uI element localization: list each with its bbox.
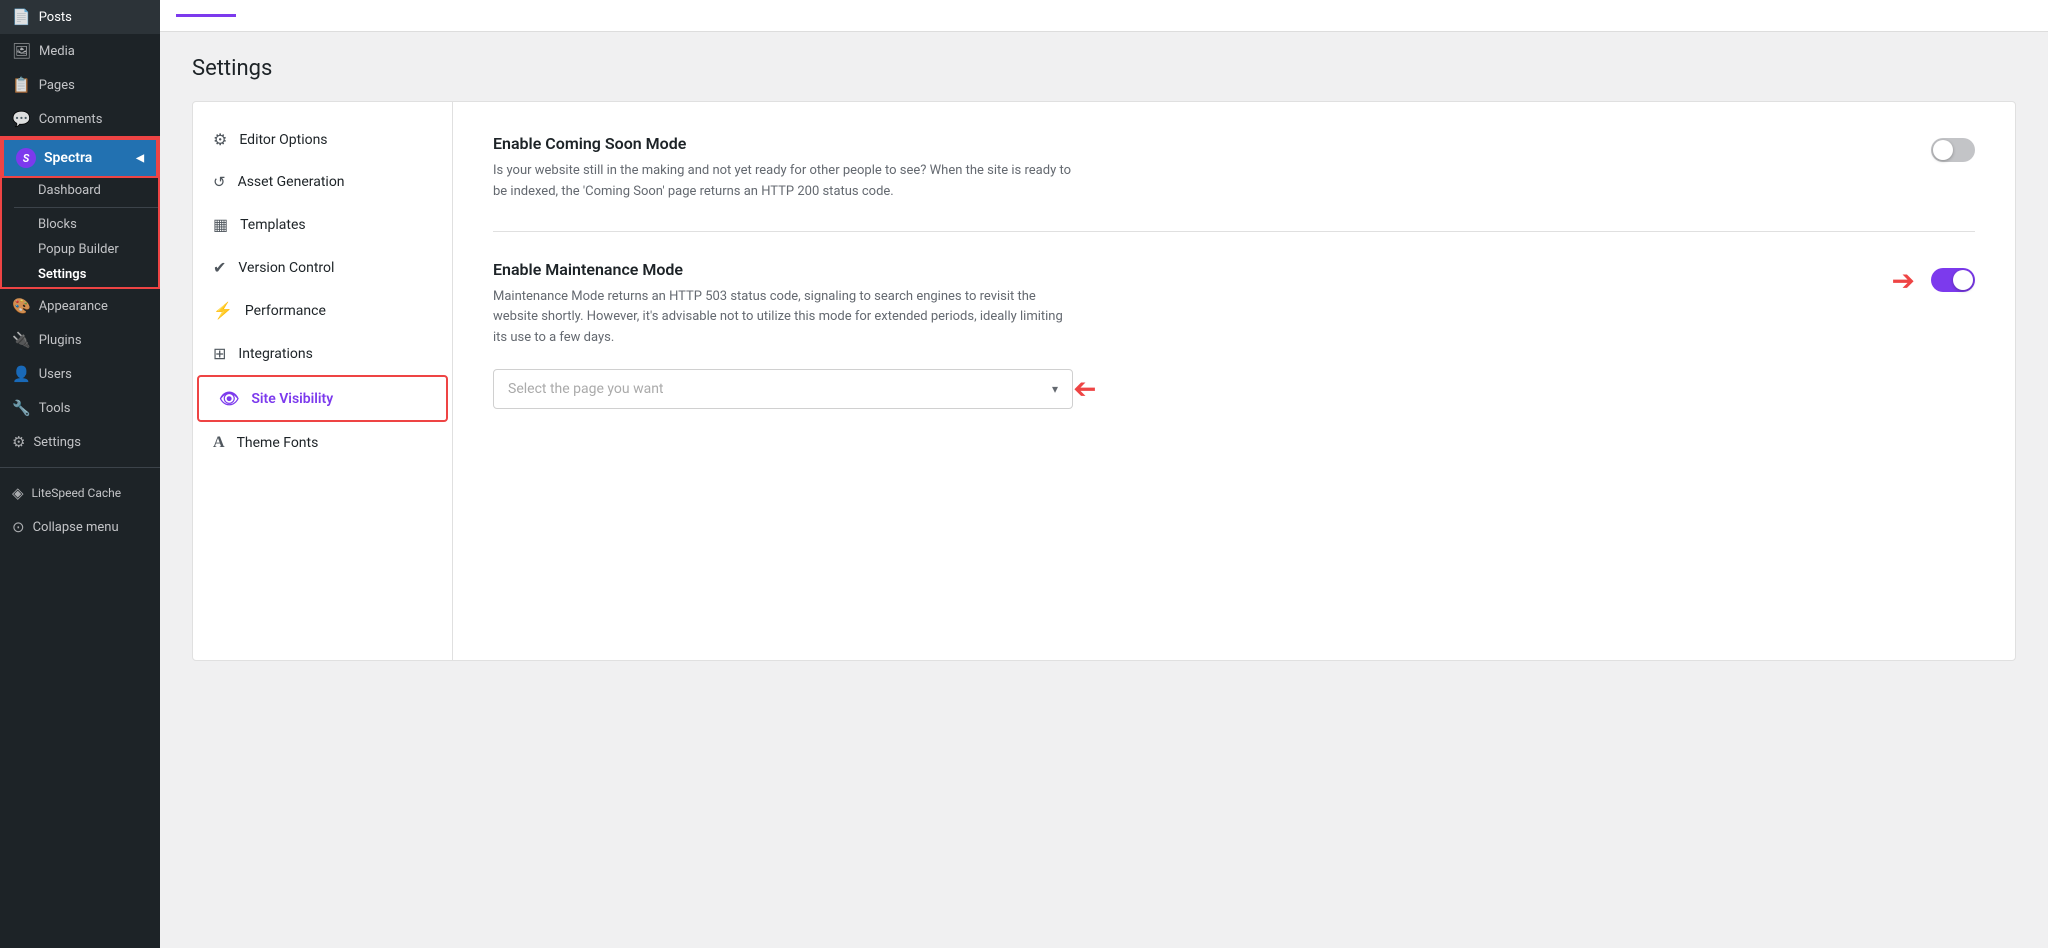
editor-options-icon: ⚙ xyxy=(213,130,227,149)
sidebar-item-settings[interactable]: Settings xyxy=(14,262,158,287)
coming-soon-info: Enable Coming Soon Mode Is your website … xyxy=(493,134,1911,203)
theme-fonts-icon: A xyxy=(213,434,225,452)
nav-item-editor-options[interactable]: ⚙ Editor Options xyxy=(193,118,452,161)
settings-nav: ⚙ Editor Options ↺ Asset Generation ▦ Te… xyxy=(193,102,453,660)
templates-icon: ▦ xyxy=(213,215,228,234)
arrow-left-indicator: ➔ xyxy=(1073,372,1096,405)
maintenance-section: Enable Maintenance Mode Maintenance Mode… xyxy=(493,260,1975,437)
sidebar-item-comments[interactable]: 💬 Comments xyxy=(0,102,160,136)
maintenance-description: Maintenance Mode returns an HTTP 503 sta… xyxy=(493,287,1073,349)
collapse-menu-button[interactable]: ⊙ Collapse menu xyxy=(0,510,160,544)
performance-icon: ⚡ xyxy=(213,301,233,320)
media-icon: 🖼 xyxy=(12,42,31,60)
coming-soon-description: Is your website still in the making and … xyxy=(493,161,1073,203)
coming-soon-title: Enable Coming Soon Mode xyxy=(493,134,1911,153)
nav-item-site-visibility[interactable]: 👁 Site Visibility xyxy=(197,375,448,422)
maintenance-row: Enable Maintenance Mode Maintenance Mode… xyxy=(493,260,1975,349)
sidebar-item-pages[interactable]: 📋 Pages xyxy=(0,68,160,102)
posts-icon: 📄 xyxy=(12,8,31,26)
sidebar-item-plugins[interactable]: 🔌 Plugins xyxy=(0,323,160,357)
content-area: Settings ⚙ Editor Options ↺ Asset Genera… xyxy=(160,32,2048,948)
maintenance-toggle[interactable] xyxy=(1931,268,1975,292)
sidebar-item-posts[interactable]: 📄 Posts xyxy=(0,0,160,34)
coming-soon-section: Enable Coming Soon Mode Is your website … xyxy=(493,134,1975,232)
spectra-section: S Spectra ◀ Dashboard Blocks Popup Build… xyxy=(0,136,160,289)
select-chevron-icon: ▾ xyxy=(1052,382,1058,396)
sidebar-item-blocks[interactable]: Blocks xyxy=(14,212,158,237)
page-select-wrap: Select the page you want ▾ ➔ xyxy=(493,369,1975,409)
accent-bar xyxy=(176,14,236,17)
settings-card: ⚙ Editor Options ↺ Asset Generation ▦ Te… xyxy=(192,101,2016,661)
nav-item-asset-generation[interactable]: ↺ Asset Generation xyxy=(193,161,452,203)
sidebar-item-popup-builder[interactable]: Popup Builder xyxy=(14,237,158,262)
maintenance-info: Enable Maintenance Mode Maintenance Mode… xyxy=(493,260,1860,349)
spectra-submenu: Dashboard Blocks Popup Builder Settings xyxy=(2,178,158,287)
settings-wp-icon: ⚙ xyxy=(12,433,25,451)
asset-generation-icon: ↺ xyxy=(213,173,226,191)
sidebar-item-settings-wp[interactable]: ⚙ Settings xyxy=(0,425,160,459)
settings-content-panel: Enable Coming Soon Mode Is your website … xyxy=(453,102,2015,660)
sidebar-item-users[interactable]: 👤 Users xyxy=(0,357,160,391)
main-content: Settings ⚙ Editor Options ↺ Asset Genera… xyxy=(160,0,2048,948)
nav-item-templates[interactable]: ▦ Templates xyxy=(193,203,452,246)
nav-item-theme-fonts[interactable]: A Theme Fonts xyxy=(193,422,452,464)
site-visibility-icon: 👁 xyxy=(219,389,239,408)
integrations-icon: ⊞ xyxy=(213,344,226,363)
sidebar-item-spectra[interactable]: S Spectra ◀ xyxy=(2,138,158,178)
coming-soon-row: Enable Coming Soon Mode Is your website … xyxy=(493,134,1975,203)
coming-soon-toggle-wrap xyxy=(1931,138,1975,162)
sidebar-item-tools[interactable]: 🔧 Tools xyxy=(0,391,160,425)
appearance-icon: 🎨 xyxy=(12,297,31,315)
page-title: Settings xyxy=(192,56,2016,81)
tools-icon: 🔧 xyxy=(12,399,31,417)
pages-icon: 📋 xyxy=(12,76,31,94)
sidebar-item-appearance[interactable]: 🎨 Appearance xyxy=(0,289,160,323)
coming-soon-toggle[interactable] xyxy=(1931,138,1975,162)
page-select-dropdown[interactable]: Select the page you want ▾ xyxy=(493,369,1073,409)
nav-item-integrations[interactable]: ⊞ Integrations xyxy=(193,332,452,375)
comments-icon: 💬 xyxy=(12,110,31,128)
nav-item-version-control[interactable]: ✔ Version Control xyxy=(193,246,452,289)
litespeed-icon: ◈ xyxy=(12,484,24,502)
top-bar xyxy=(160,0,2048,32)
sidebar-item-dashboard[interactable]: Dashboard xyxy=(14,178,158,203)
version-control-icon: ✔ xyxy=(213,258,226,277)
maintenance-title: Enable Maintenance Mode xyxy=(493,260,1860,279)
spectra-icon: S xyxy=(16,148,36,168)
nav-item-performance[interactable]: ⚡ Performance xyxy=(193,289,452,332)
users-icon: 👤 xyxy=(12,365,31,383)
arrow-right-indicator: ➔ xyxy=(1892,264,1915,297)
plugins-icon: 🔌 xyxy=(12,331,31,349)
maintenance-toggle-wrap: ➔ xyxy=(1880,264,1975,297)
collapse-icon: ⊙ xyxy=(12,518,25,536)
sidebar-item-media[interactable]: 🖼 Media xyxy=(0,34,160,68)
sidebar-item-litespeed[interactable]: ◈ LiteSpeed Cache xyxy=(0,476,160,510)
sidebar: 📄 Posts 🖼 Media 📋 Pages 💬 Comments S Spe… xyxy=(0,0,160,948)
